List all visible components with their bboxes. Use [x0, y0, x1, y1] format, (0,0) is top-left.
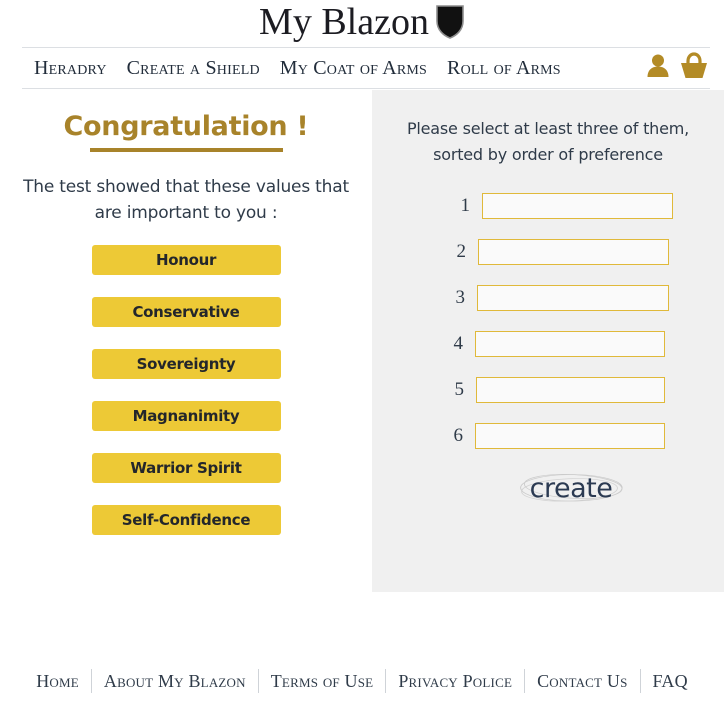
rank-number: 1	[460, 195, 471, 217]
values-list: Honour Conservative Sovereignty Magnanim…	[0, 244, 372, 535]
value-chip[interactable]: Self-Confidence	[91, 504, 281, 535]
preference-rows: 1 2 3 4 5 6	[372, 193, 724, 450]
panel-instruction: Please select at least three of them, so…	[406, 119, 690, 164]
rank-number: 4	[453, 333, 464, 355]
value-chip[interactable]: Honour	[91, 244, 281, 275]
footer-link-about-my-blazon[interactable]: About My Blazon	[92, 671, 258, 692]
nav-item-heradry[interactable]: Heradry	[34, 57, 107, 80]
preference-input-5[interactable]	[476, 377, 665, 404]
preference-row: 2	[438, 239, 724, 266]
create-button-label: create	[529, 473, 613, 505]
value-chip[interactable]: Magnanimity	[91, 400, 281, 431]
main-navigation: Heradry Create a Shield My Coat of Arms …	[22, 47, 710, 89]
rank-number: 3	[455, 287, 466, 309]
site-footer: Home About My Blazon Terms of Use Privac…	[0, 655, 724, 706]
footer-link-home[interactable]: Home	[24, 671, 91, 692]
rank-number: 6	[453, 425, 464, 447]
create-button[interactable]: create	[516, 469, 627, 508]
shield-icon	[435, 4, 465, 44]
preference-panel: Please select at least three of them, so…	[372, 90, 724, 592]
preference-row: 6	[435, 423, 724, 450]
page-title: My Blazon	[259, 0, 429, 43]
preference-row: 4	[435, 331, 724, 358]
rank-number: 2	[456, 241, 467, 263]
nav-item-roll-of-arms[interactable]: Roll of Arms	[447, 57, 561, 80]
value-chip[interactable]: Conservative	[91, 296, 281, 327]
results-column: Congratulation ! The test showed that th…	[0, 89, 372, 535]
preference-input-6[interactable]	[475, 423, 665, 450]
preference-input-1[interactable]	[482, 193, 673, 220]
results-description: The test showed that these values that a…	[23, 177, 349, 224]
basket-icon[interactable]	[678, 51, 710, 85]
account-icon[interactable]	[645, 52, 671, 84]
nav-icons	[645, 51, 710, 85]
footer-link-terms-of-use[interactable]: Terms of Use	[259, 671, 386, 692]
preference-row: 1	[442, 193, 724, 220]
main-content: Congratulation ! The test showed that th…	[0, 89, 724, 609]
preference-row: 3	[437, 285, 724, 312]
footer-links: Home About My Blazon Terms of Use Privac…	[24, 669, 700, 693]
preference-input-3[interactable]	[477, 285, 669, 312]
nav-links: Heradry Create a Shield My Coat of Arms …	[34, 57, 561, 80]
preference-row: 5	[436, 377, 724, 404]
create-button-wrap: create	[418, 469, 724, 508]
footer-link-faq[interactable]: FAQ	[641, 671, 700, 692]
site-header: My Blazon	[0, 0, 724, 47]
congratulation-heading: Congratulation !	[63, 111, 309, 142]
value-chip[interactable]: Warrior Spirit	[91, 452, 281, 483]
preference-input-4[interactable]	[475, 331, 665, 358]
value-chip[interactable]: Sovereignty	[91, 348, 281, 379]
preference-input-2[interactable]	[478, 239, 669, 266]
footer-link-contact-us[interactable]: Contact Us	[525, 671, 639, 692]
heading-underline	[89, 148, 283, 152]
nav-item-my-coat-of-arms[interactable]: My Coat of Arms	[280, 57, 427, 80]
footer-link-privacy-police[interactable]: Privacy Police	[386, 671, 524, 692]
nav-item-create-a-shield[interactable]: Create a Shield	[127, 57, 260, 80]
rank-number: 5	[454, 379, 465, 401]
